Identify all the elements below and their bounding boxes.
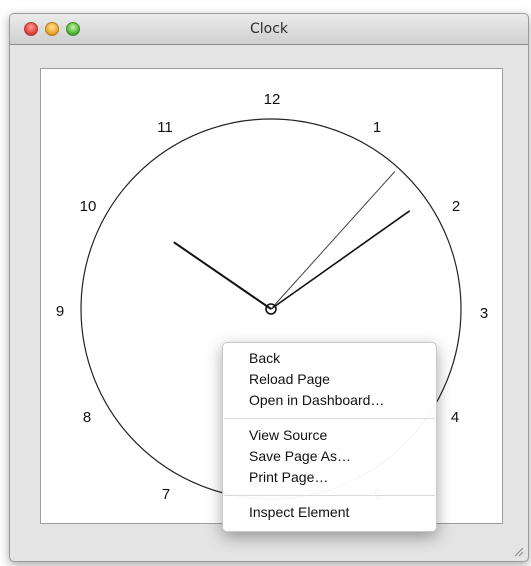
numeral-8: 8 (83, 409, 91, 426)
hour-hand (173, 241, 272, 310)
resize-grip-icon[interactable] (512, 545, 524, 557)
minute-hand (270, 210, 411, 310)
second-hand (270, 171, 396, 310)
numeral-7: 7 (162, 486, 170, 503)
menu-item-back[interactable]: Back (223, 348, 436, 369)
numeral-3: 3 (480, 305, 488, 322)
numeral-2: 2 (452, 198, 460, 215)
numeral-1: 1 (373, 119, 381, 136)
menu-separator (224, 418, 435, 419)
menu-item-reload-page[interactable]: Reload Page (223, 369, 436, 390)
numeral-9: 9 (56, 303, 64, 320)
menu-item-print-page[interactable]: Print Page… (223, 467, 436, 488)
menu-item-inspect-element[interactable]: Inspect Element (223, 502, 436, 523)
title-bar[interactable]: Clock (10, 14, 528, 45)
menu-separator (224, 495, 435, 496)
menu-item-view-source[interactable]: View Source (223, 425, 436, 446)
numeral-10: 10 (80, 198, 97, 215)
context-menu: Back Reload Page Open in Dashboard… View… (222, 342, 437, 532)
numeral-4: 4 (451, 409, 459, 426)
numeral-12: 12 (264, 91, 281, 108)
menu-item-open-in-dashboard[interactable]: Open in Dashboard… (223, 390, 436, 411)
menu-item-save-page-as[interactable]: Save Page As… (223, 446, 436, 467)
numeral-11: 11 (157, 119, 173, 136)
window-title: Clock (249, 21, 289, 37)
